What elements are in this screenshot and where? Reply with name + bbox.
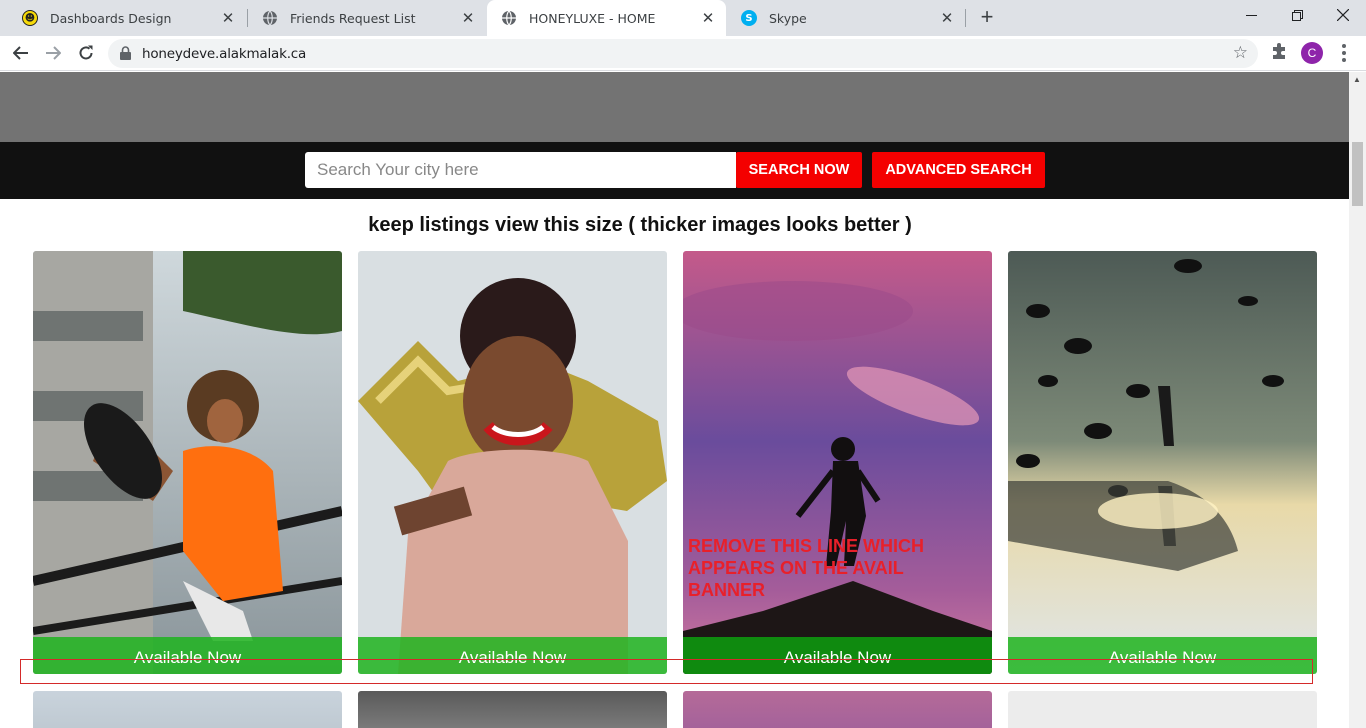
tab-friends-request-list[interactable]: Friends Request List ✕ [248, 0, 486, 36]
address-toolbar: honeydeve.alakmalak.ca ☆ [0, 36, 1366, 71]
omnibox[interactable]: honeydeve.alakmalak.ca ☆ [108, 39, 1258, 68]
smiley-icon: ☻ [22, 10, 38, 26]
globe-icon [501, 10, 517, 26]
listing-photo [683, 251, 992, 674]
advanced-search-button[interactable]: ADVANCED SEARCH [872, 152, 1045, 188]
search-bar: SEARCH NOW ADVANCED SEARCH [0, 142, 1349, 199]
layout-note-heading: keep listings view this size ( thicker i… [368, 214, 912, 236]
bookmark-star-icon[interactable]: ☆ [1233, 43, 1248, 63]
hero-banner [0, 72, 1349, 142]
tab-separator [965, 9, 966, 27]
listing-card[interactable]: Available Now [33, 251, 342, 674]
scroll-up-arrow-icon[interactable]: ▲ [1353, 75, 1361, 84]
lock-icon [120, 46, 131, 65]
listing-photo [1008, 251, 1317, 674]
listing-card[interactable]: Available Now [1008, 251, 1317, 674]
tab-strip: ☻ Dashboards Design ✕ Friends Request Li… [0, 0, 1366, 36]
annotation-highlight-box [20, 659, 1313, 684]
listing-card[interactable] [33, 691, 342, 728]
skype-icon: S [741, 10, 757, 26]
minimize-icon[interactable] [1228, 0, 1274, 30]
close-tab-icon[interactable]: ✕ [939, 10, 955, 26]
listing-photo [358, 251, 667, 674]
restore-icon[interactable] [1274, 0, 1320, 30]
back-arrow-icon[interactable] [9, 41, 33, 65]
listing-card[interactable] [358, 691, 667, 728]
listing-card[interactable] [1008, 691, 1317, 728]
listing-card[interactable] [683, 691, 992, 728]
annotation-overlay-text: REMOVE THIS LINE WHICH APPEARS ON THE AV… [688, 536, 925, 600]
extensions-puzzle-icon[interactable] [1270, 42, 1288, 65]
close-tab-icon[interactable]: ✕ [460, 10, 476, 26]
tab-honeyluxe-home[interactable]: HONEYLUXE - HOME ✕ [487, 0, 726, 36]
forward-arrow-icon[interactable] [41, 41, 65, 65]
globe-icon [262, 10, 278, 26]
page-viewport: SEARCH NOW ADVANCED SEARCH keep listings… [0, 72, 1349, 728]
tab-dashboards-design[interactable]: ☻ Dashboards Design ✕ [8, 0, 246, 36]
close-window-icon[interactable] [1320, 0, 1366, 30]
url-text[interactable]: honeydeve.alakmalak.ca [142, 46, 306, 62]
tab-skype[interactable]: S Skype ✕ [727, 0, 965, 36]
close-tab-icon[interactable]: ✕ [700, 10, 716, 26]
listing-card[interactable]: Available Now [358, 251, 667, 674]
city-search-input[interactable] [305, 152, 736, 188]
browser-menu-icon[interactable] [1334, 42, 1354, 64]
listing-photo [33, 251, 342, 674]
profile-avatar[interactable]: C [1301, 42, 1323, 64]
close-tab-icon[interactable]: ✕ [220, 10, 236, 26]
new-tab-icon[interactable]: + [976, 6, 998, 28]
scrollbar-thumb[interactable] [1352, 142, 1363, 206]
search-now-button[interactable]: SEARCH NOW [736, 152, 862, 188]
listing-card[interactable]: REMOVE THIS LINE WHICH APPEARS ON THE AV… [683, 251, 992, 674]
reload-icon[interactable] [74, 41, 98, 65]
